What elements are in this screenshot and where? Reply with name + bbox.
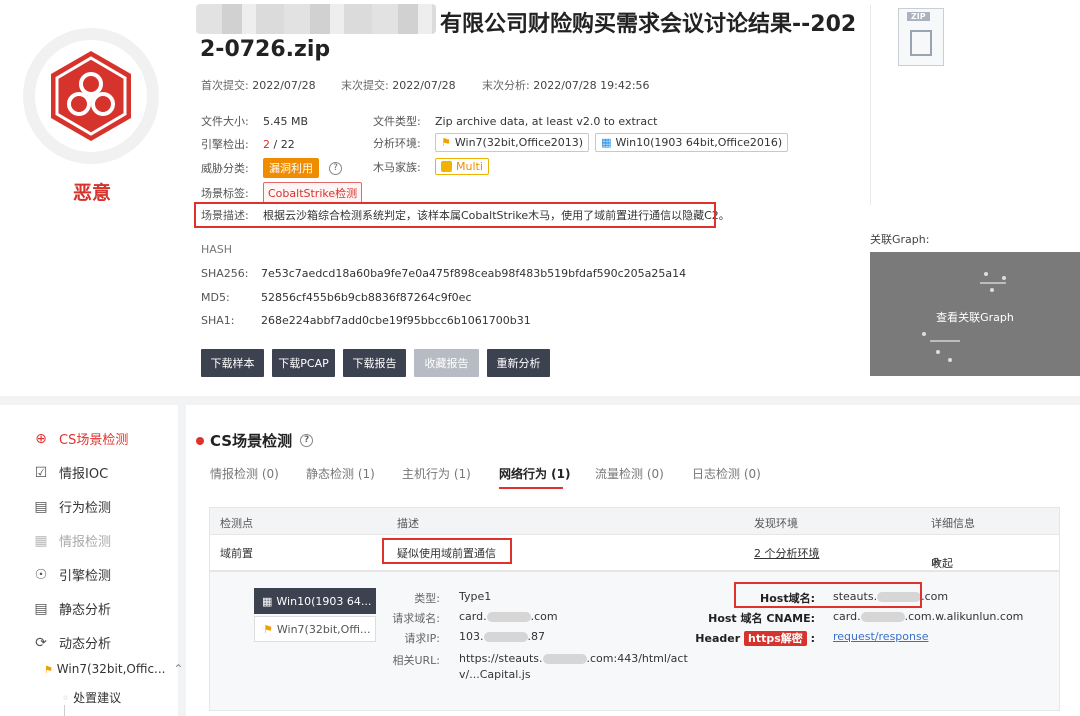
sidebar-item-dynamic[interactable]: ⟳ 动态分析 bbox=[32, 633, 111, 653]
table-row: 域前置 疑似使用域前置通信 2 个分析环境 收起 ⊛ bbox=[209, 535, 1060, 571]
windows-logo-icon: ▦ bbox=[262, 594, 273, 608]
monitor-icon: ▤ bbox=[34, 498, 48, 515]
highlight-box bbox=[194, 202, 716, 228]
graph-preview[interactable]: 查看关联Graph bbox=[870, 252, 1080, 376]
trojan-family: 木马家族: Multi bbox=[373, 158, 489, 175]
highlight-box bbox=[734, 582, 922, 608]
biohazard-icon bbox=[51, 51, 131, 141]
main-panel: CS场景检测 ? 情报检测 (0) 静态检测 (1) 主机行为 (1) 网络行为… bbox=[186, 405, 1080, 716]
scene-tags: 场景标签: CobaltStrike检测 bbox=[201, 182, 363, 204]
windows-flag-icon: ⚑ bbox=[441, 136, 451, 149]
windows-flag-icon: ⚑ bbox=[44, 665, 53, 676]
sidebar-item-static[interactable]: ▤ 静态分析 bbox=[32, 599, 111, 619]
help-icon[interactable]: ? bbox=[300, 434, 314, 447]
sidebar-sub-env[interactable]: ⚑ Win7(32bit,Offic... ⌃ bbox=[44, 662, 183, 676]
checklist-icon: ☑ bbox=[34, 464, 48, 481]
table-header: 检测点 描述 发现环境 详细信息 bbox=[209, 507, 1060, 535]
sidebar: ⊕ CS场景检测 ☑ 情报IOC ▤ 行为检测 ▦ 情报检测 ☉ 引擎检测 ▤ 静态分析 ⟳… bbox=[0, 405, 183, 716]
sidebar-item-behavior[interactable]: ▤ 行为检测 bbox=[32, 497, 111, 517]
gauge-icon: ☉ bbox=[34, 566, 48, 583]
download-sample-button[interactable]: 下载样本 bbox=[201, 349, 264, 377]
verdict-badge bbox=[23, 28, 159, 164]
tab-host[interactable]: 主机行为 (1) bbox=[402, 465, 471, 482]
request-ip: 103. .87 bbox=[459, 630, 545, 643]
file-title: 有限公司财险购买需求会议讨论结果--202 bbox=[440, 12, 857, 37]
request-domain: card. .com bbox=[459, 610, 558, 623]
threat-tag: 漏洞利用 bbox=[263, 158, 319, 178]
env-tab-win7[interactable]: ⚑ Win7(32bit,Offi... bbox=[254, 616, 376, 642]
threat-class: 威胁分类: 漏洞利用 ? bbox=[201, 158, 342, 178]
analysis-env: 分析环境: ⚑ Win7(32bit,Office2013) ▦ Win10(190… bbox=[373, 133, 794, 152]
sidebar-item-ioc[interactable]: ☑ 情报IOC bbox=[32, 463, 108, 483]
windows-flag-icon: ⚑ bbox=[263, 622, 273, 636]
tab-traffic[interactable]: 流量检测 (0) bbox=[595, 465, 664, 482]
zip-file-icon: ZIP bbox=[898, 8, 944, 66]
grid-icon: ▦ bbox=[34, 532, 48, 549]
chevron-up-icon: ⌃ bbox=[173, 662, 184, 676]
redacted-company-name bbox=[196, 4, 436, 34]
layers-icon bbox=[441, 161, 452, 172]
tab-static[interactable]: 静态检测 (1) bbox=[306, 465, 375, 482]
view-graph-link[interactable]: 查看关联Graph bbox=[870, 309, 1080, 325]
engine-hits: 引擎检出: 2 / 22 bbox=[201, 137, 295, 152]
env-tag-win7[interactable]: ⚑ Win7(32bit,Office2013) bbox=[435, 133, 590, 152]
file-title-cont: 2-0726.zip bbox=[200, 37, 331, 62]
graph-label: 关联Graph: bbox=[870, 233, 930, 246]
reanalyze-button[interactable]: 重新分析 bbox=[487, 349, 550, 377]
family-tag[interactable]: Multi bbox=[435, 158, 489, 175]
windows-logo-icon: ▦ bbox=[601, 136, 612, 149]
chevron-up-circle-icon: ⊛ bbox=[931, 555, 941, 568]
active-tab-indicator bbox=[499, 487, 563, 489]
related-url: https://steauts. .com:443/html/act bbox=[459, 652, 688, 665]
sidebar-sub-advice[interactable]: ◦ 处置建议 bbox=[62, 689, 121, 706]
summary-card: 恶意 有限公司财险购买需求会议讨论结果--202 2-0726.zip 首次提交… bbox=[0, 0, 1080, 396]
https-decrypt-tag: https解密 bbox=[743, 631, 807, 646]
first-submit: 首次提交: 2022/07/28 bbox=[201, 79, 316, 92]
crosshair-icon: ⊕ bbox=[35, 430, 47, 447]
env-tag-win10[interactable]: ▦ Win10(1903 64bit,Office2016) bbox=[595, 133, 789, 152]
last-submit: 末次提交: 2022/07/28 bbox=[341, 79, 456, 92]
divider bbox=[870, 5, 871, 205]
verdict-label: 恶意 bbox=[73, 182, 112, 204]
header-row: Header https解密 : bbox=[695, 631, 815, 646]
request-response-link[interactable]: request/response bbox=[833, 630, 928, 643]
file-type: 文件类型: Zip archive data, at least v2.0 to … bbox=[373, 114, 658, 129]
download-pcap-button[interactable]: 下载PCAP bbox=[272, 349, 335, 377]
sidebar-item-engine[interactable]: ☉ 引擎检测 bbox=[32, 565, 111, 585]
sha256-row: SHA256: 7e53c7aedcd18a60ba9fe7e0a475f898c… bbox=[201, 267, 687, 280]
refresh-icon: ⟳ bbox=[35, 634, 47, 651]
tab-log[interactable]: 日志检测 (0) bbox=[692, 465, 761, 482]
host-cname: card. .com.w.alikunlun.com bbox=[833, 610, 1024, 623]
favorite-report-button[interactable]: 收藏报告 bbox=[414, 349, 479, 377]
last-analysis: 末次分析: 2022/07/28 19:42:56 bbox=[482, 79, 650, 92]
hash-heading: HASH bbox=[201, 243, 233, 256]
report-page: 恶意 有限公司财险购买需求会议讨论结果--202 2-0726.zip 首次提交… bbox=[0, 0, 1080, 716]
section-title: CS场景检测 ? bbox=[196, 430, 314, 451]
tab-intel[interactable]: 情报检测 (0) bbox=[210, 465, 279, 482]
env-count-link[interactable]: 2 个分析环境 bbox=[754, 545, 820, 561]
env-tab-win10[interactable]: ▦ Win10(1903 64... bbox=[254, 588, 376, 614]
file-size: 文件大小: 5.45 MB bbox=[201, 114, 309, 129]
md5-row: MD5: 52856cf455b6b9cb8836f87264c9f0ec bbox=[201, 291, 472, 304]
tab-network[interactable]: 网络行为 (1) bbox=[499, 465, 571, 482]
highlight-box bbox=[382, 538, 512, 564]
help-icon[interactable]: ? bbox=[329, 161, 342, 175]
download-report-button[interactable]: 下载报告 bbox=[343, 349, 406, 377]
sidebar-item-intel[interactable]: ▦ 情报检测 bbox=[32, 531, 111, 551]
sha1-row: SHA1: 268e224abbf7add0cbe19f95bbcc6b10617… bbox=[201, 314, 531, 327]
sidebar-item-cs-scene[interactable]: ⊕ CS场景检测 bbox=[32, 429, 128, 449]
document-icon: ▤ bbox=[34, 600, 48, 617]
detail-panel: ▦ Win10(1903 64... ⚑ Win7(32bit,Offi... 类型… bbox=[209, 571, 1060, 711]
scene-tag[interactable]: CobaltStrike检测 bbox=[263, 182, 363, 204]
